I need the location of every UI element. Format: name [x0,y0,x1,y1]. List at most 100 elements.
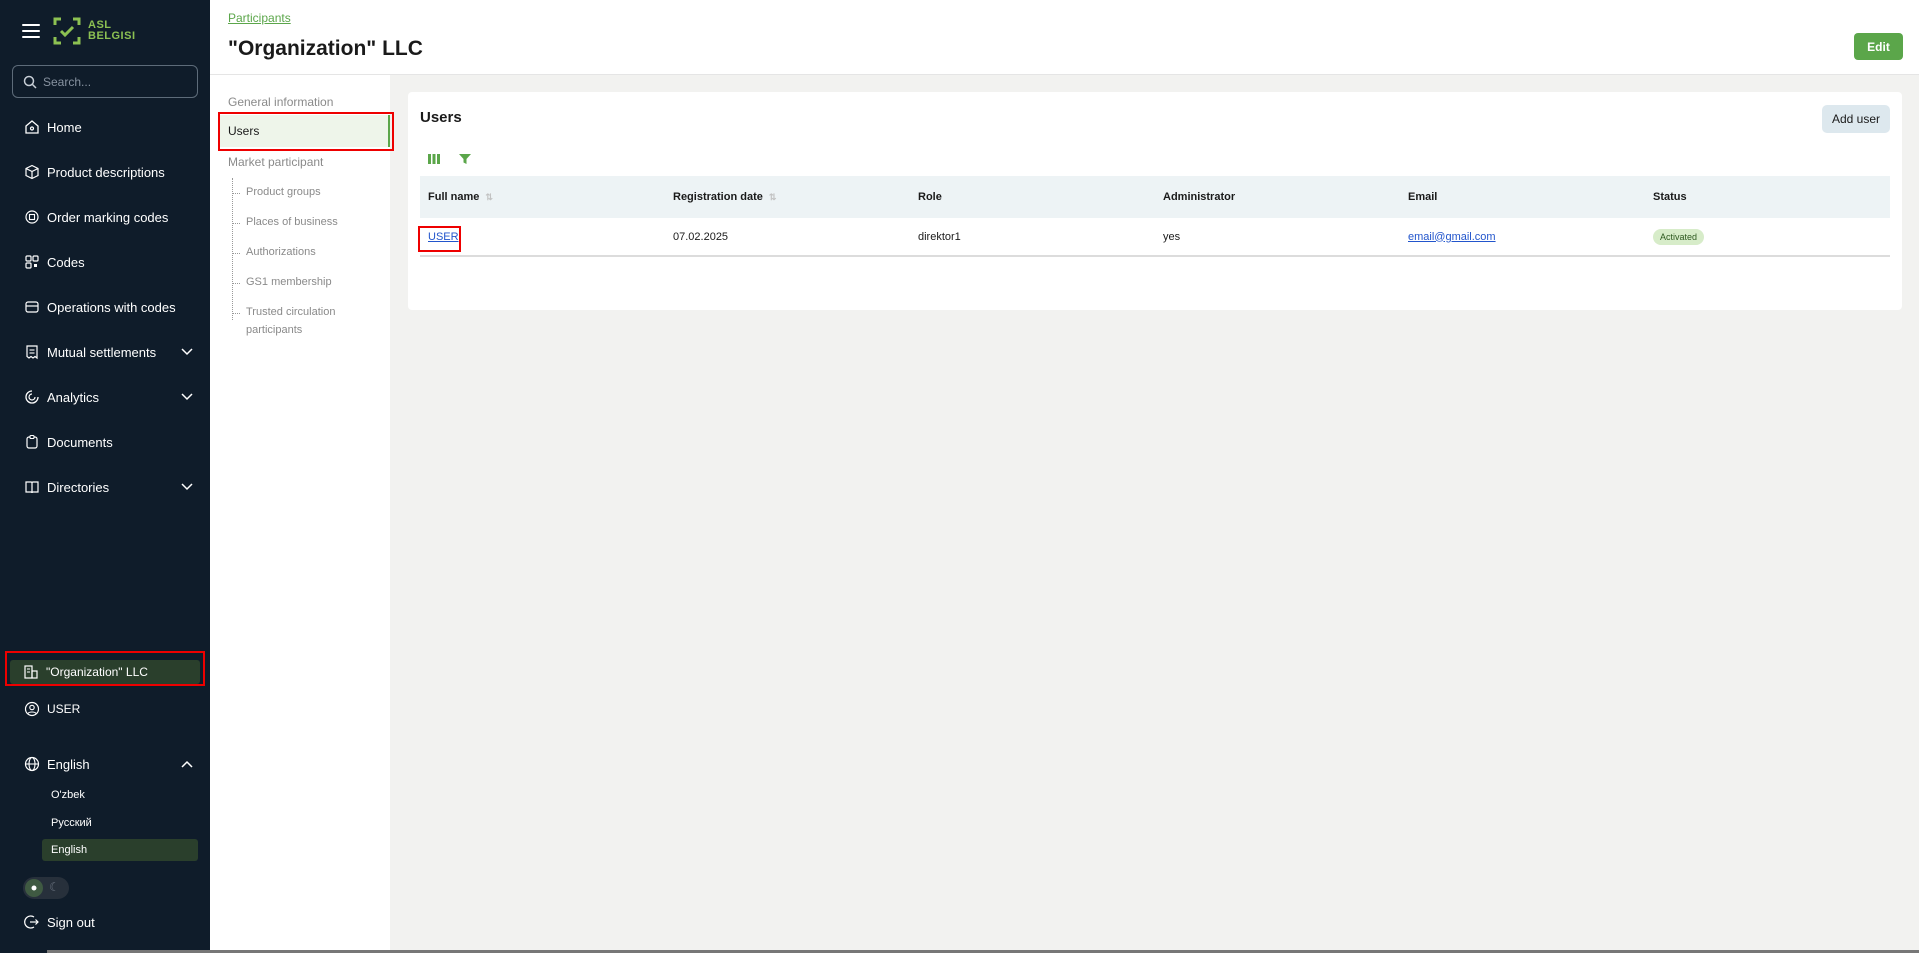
qr-icon [23,253,41,271]
users-card: Users Add user Full name ⇅ Registration d… [408,92,1902,310]
page-header: Participants "Organization" LLC Edit [210,0,1919,75]
column-header[interactable]: Registration date ⇅ [665,191,910,203]
sign-out-icon [23,913,41,931]
nav-label: Home [47,119,82,135]
sort-icon[interactable]: ⇅ [485,192,493,203]
column-header-label: Full name [428,191,480,203]
menu-icon[interactable] [22,24,40,38]
tree-tick [232,223,240,224]
sort-icon[interactable]: ⇅ [769,192,777,203]
chevron-down-icon [181,348,193,356]
participant-subnav: General information Users Market partici… [210,75,394,953]
language-selector[interactable]: English [0,748,210,780]
sign-out-label: Sign out [47,914,95,930]
user-profile[interactable]: USER [0,693,210,725]
user-full-name-link[interactable]: USER [428,231,459,243]
breadcrumb-participants[interactable]: Participants [228,11,291,25]
logo-text: ASL BELGISI [88,19,136,42]
book-icon [23,478,41,496]
nav-label: Order marking codes [47,209,169,225]
users-table: Full name ⇅ Registration date ⇅ Role Admin… [420,176,1890,257]
subnav-users[interactable]: Users [218,115,390,147]
subnav-authorizations[interactable]: Authorizations [246,243,316,261]
sign-out[interactable]: Sign out [0,906,210,938]
language-option-uzbek[interactable]: O'zbek [42,784,198,806]
add-user-button[interactable]: Add user [1822,105,1890,133]
language-current: English [47,756,90,772]
nav-label: Analytics [47,389,100,405]
subnav-trusted-circulation[interactable]: Trusted circulation participants [246,303,346,339]
column-header[interactable]: Full name ⇅ [420,191,665,203]
nav-label: Mutual settlements [47,344,157,360]
subnav-places-of-business[interactable]: Places of business [246,213,338,231]
administrator-cell: yes [1163,230,1181,243]
language-option-russian[interactable]: Русский [42,812,198,834]
chevron-down-icon [181,393,193,401]
tree-tick [232,283,240,284]
role-cell: direktor1 [918,230,961,243]
search-icon [23,75,37,89]
subnav-market-participant[interactable]: Market participant [228,155,323,169]
table-row: USER 07.02.2025 direktor1 yes email@gmai… [420,218,1890,257]
email-link[interactable]: email@gmail.com [1408,231,1496,243]
table-header: Full name ⇅ Registration date ⇅ Role Admin… [420,176,1890,218]
language-option-label: O'zbek [51,789,85,801]
chevron-down-icon [181,483,193,491]
column-header-label: Registration date [673,191,763,203]
nav-directories[interactable]: Directories [0,471,210,503]
nav-label: Documents [47,434,113,450]
nav-codes[interactable]: Codes [0,246,210,278]
subnav-gs1-membership[interactable]: GS1 membership [246,273,332,291]
nav-home[interactable]: Home [0,111,210,143]
cube-icon [23,163,41,181]
organization-selector[interactable]: "Organization" LLC [10,660,200,684]
search-input[interactable] [43,74,183,89]
nav-mutual-settlements[interactable]: Mutual settlements [0,336,210,368]
table-cell: USER [420,231,665,243]
logo-mark-icon [53,17,81,45]
table-cell: Activated [1645,228,1890,245]
column-header: Email [1408,191,1438,203]
table-cell: email@gmail.com [1400,231,1645,243]
box-icon [23,298,41,316]
receipt-icon [23,343,41,361]
nav-operations-with-codes[interactable]: Operations with codes [0,291,210,323]
nav-order-marking-codes[interactable]: Order marking codes [0,201,210,233]
search-box[interactable] [12,65,198,98]
filter-icon[interactable] [458,152,472,171]
subnav-general-information[interactable]: General information [228,95,333,109]
sun-icon [25,879,43,897]
subnav-users-label: Users [228,124,260,138]
column-header: Role [918,191,942,203]
column-header: Status [1653,191,1687,203]
home-icon [23,118,41,136]
nav-label: Codes [47,254,85,270]
app-logo[interactable]: ASL BELGISI [52,16,136,46]
nav-product-descriptions[interactable]: Product descriptions [0,156,210,188]
nav-label: Operations with codes [47,299,176,315]
chart-icon [23,388,41,406]
sidebar-header: ASL BELGISI [0,0,210,62]
document-icon [23,433,41,451]
subnav-product-groups[interactable]: Product groups [246,183,321,201]
nav-label: Product descriptions [47,164,165,180]
sidebar: ASLBELGISI Home Product descriptions Ord… [0,0,210,953]
nav-label: Directories [47,479,110,495]
columns-icon[interactable] [427,152,441,171]
tree-tick [232,253,240,254]
language-option-english[interactable]: English [42,839,198,861]
language-option-label: English [51,844,88,856]
edit-button[interactable]: Edit [1854,33,1903,60]
chevron-up-icon [181,760,193,768]
tree-line [232,178,233,320]
column-header: Administrator [1163,191,1236,203]
theme-toggle[interactable]: ☾ [23,877,69,899]
building-icon [23,664,39,680]
page-title: "Organization" LLC [228,37,423,60]
user-name: USER [47,702,81,716]
nav-documents[interactable]: Documents [0,426,210,458]
tree-tick [232,313,240,314]
card-title: Users [420,109,462,126]
nav-analytics[interactable]: Analytics [0,381,210,413]
organization-name: "Organization" LLC [46,665,148,679]
